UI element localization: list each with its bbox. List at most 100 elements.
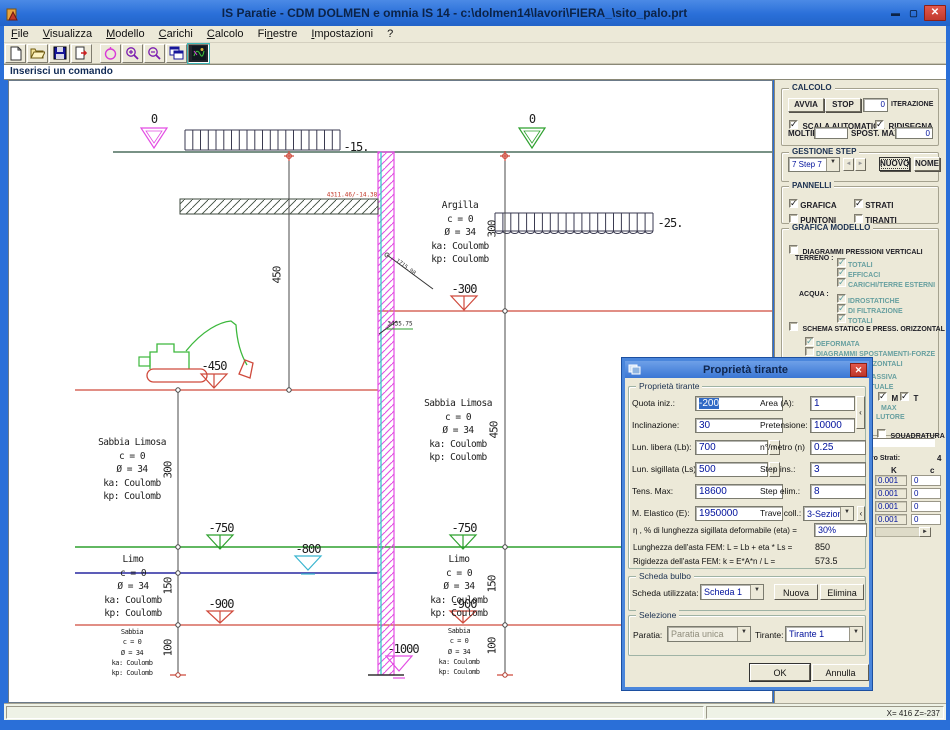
moltip-field[interactable]	[814, 127, 848, 139]
strato-4-c[interactable]: 0	[911, 514, 941, 525]
ok-button[interactable]: OK	[750, 664, 810, 681]
command-bar[interactable]: Inserisci un comando	[4, 64, 946, 80]
window-title: IS Paratie - CDM DOLMEN e omnia IS 14 - …	[21, 6, 888, 20]
export-file-icon[interactable]	[71, 44, 92, 63]
area-spinner[interactable]	[856, 396, 865, 429]
status-coordinates: X= 416 Z=-237	[706, 706, 944, 719]
lun-sigillata-label: Lun. sigillata (Ls):	[632, 464, 699, 474]
zoom-out-icon[interactable]	[144, 44, 165, 63]
scheda-dropdown[interactable]: Scheda 1	[700, 584, 764, 600]
render-view-icon[interactable]	[188, 44, 209, 63]
col-c-header: c	[930, 466, 934, 475]
step-elim-field[interactable]: 8	[810, 484, 866, 499]
numero-strati-value: 4	[937, 454, 941, 463]
group-scheda-bulbo-title: Scheda bulbo	[636, 571, 694, 581]
zoom-in-icon[interactable]	[122, 44, 143, 63]
pretensione-field[interactable]: 10000	[810, 418, 855, 433]
strati-scroll-right-button[interactable]: ►	[919, 527, 931, 537]
status-bar: X= 416 Z=-237	[4, 703, 946, 720]
lun-libera-field[interactable]: 700	[695, 440, 768, 455]
step-next-button[interactable]: ►	[855, 158, 866, 171]
chevron-down-icon	[737, 627, 750, 641]
step-prev-button[interactable]: ◄	[843, 158, 854, 171]
spost-max-field[interactable]: 0	[895, 127, 933, 139]
eta-field[interactable]: 30%	[814, 523, 867, 537]
group-proprieta-tirante: Proprietà tirante Quota iniz.: -200 Area…	[628, 386, 866, 569]
max-label: MAX	[881, 405, 897, 412]
trave-coll-spinner[interactable]	[857, 506, 865, 521]
elimina-button[interactable]: Elimina	[820, 584, 864, 600]
group-selezione-title: Selezione	[636, 610, 679, 620]
group-calcolo-title: CALCOLO	[789, 83, 835, 92]
menu-item-carichi[interactable]: Carichi	[152, 27, 200, 41]
lun-libera-label: Lun. libera (Lb):	[632, 442, 692, 452]
open-file-icon[interactable]	[27, 44, 48, 63]
strato-2-k[interactable]: 0.001	[875, 488, 907, 499]
close-button[interactable]: ✕	[924, 5, 946, 21]
chevron-down-icon[interactable]	[826, 158, 839, 171]
fem-length-value: 850	[815, 542, 830, 552]
iterazione-label: ITERAZIONE	[891, 101, 933, 108]
menu-item-finestre[interactable]: Finestre	[251, 27, 305, 41]
group-proprieta-title: Proprietà tirante	[636, 381, 702, 391]
minimize-button[interactable]: ▬	[888, 7, 903, 20]
strato-3-k[interactable]: 0.001	[875, 501, 907, 512]
step-dropdown[interactable]: 7 Step 7	[788, 157, 840, 172]
redraw-icon[interactable]	[100, 44, 121, 63]
stop-button[interactable]: STOP	[825, 98, 861, 112]
dialog-close-icon[interactable]: ✕	[850, 363, 867, 377]
strato-1-k[interactable]: 0.001	[875, 475, 907, 486]
n-metro-field[interactable]: 0.25	[810, 440, 866, 455]
menu-item-modello[interactable]: Modello	[99, 27, 152, 41]
dialog-icon	[628, 364, 641, 375]
lun-sigillata-field[interactable]: 500	[695, 462, 768, 477]
dialog-title: Proprietà tirante	[641, 364, 850, 376]
m-elastico-label: M. Elastico (E):	[632, 508, 690, 518]
menu-item-help[interactable]: ?	[380, 27, 400, 41]
avvia-button[interactable]: AVVIA	[788, 98, 824, 112]
fem-stiffness-label: Rigidezza dell'asta FEM: k = E*A*n / L =	[633, 557, 775, 566]
trave-coll-label: Trave coll.:	[760, 508, 801, 518]
fem-length-label: Lunghezza dell'asta FEM: L = Lb + eta * …	[633, 543, 792, 552]
group-pannelli-title: PANNELLI	[789, 181, 834, 190]
strato-2-c[interactable]: 0	[911, 488, 941, 499]
lutore-label: LUTORE	[876, 414, 905, 421]
area-field[interactable]: 1	[810, 396, 855, 411]
iterazioni-field[interactable]: 0	[863, 98, 888, 112]
nuovo-button[interactable]: NUOVO	[879, 157, 910, 171]
menu-item-visualizza[interactable]: Visualizza	[36, 27, 99, 41]
new-file-icon[interactable]	[5, 44, 26, 63]
fem-stiffness-value: 573.5	[815, 556, 838, 566]
area-label: Area (A):	[760, 398, 794, 408]
nuova-button[interactable]: Nuova	[774, 584, 818, 600]
flag-m-checkbox[interactable]: M	[878, 388, 898, 406]
menu-item-calcolo[interactable]: Calcolo	[200, 27, 251, 41]
chevron-down-icon[interactable]	[849, 627, 862, 641]
strato-1-c[interactable]: 0	[911, 475, 941, 486]
eta-label: η , % di lunghezza sigillata deformabile…	[633, 526, 797, 535]
paratia-dropdown: Paratia unica	[667, 626, 751, 642]
menu-item-impostazioni[interactable]: Impostazioni	[304, 27, 380, 41]
quota-iniz-label: Quota iniz.:	[632, 398, 675, 408]
dialog-title-bar[interactable]: Proprietà tirante ✕	[625, 361, 869, 378]
title-bar: IS Paratie - CDM DOLMEN e omnia IS 14 - …	[0, 0, 950, 26]
chevron-down-icon[interactable]	[750, 585, 763, 599]
strato-4-k[interactable]: 0.001	[875, 514, 907, 525]
maximize-button[interactable]: ▢	[906, 7, 921, 20]
cascade-windows-icon[interactable]	[166, 44, 187, 63]
tirante-dropdown[interactable]: Tirante 1	[785, 626, 863, 642]
col-k-header: K	[891, 466, 897, 475]
trave-coll-dropdown[interactable]: 3-Sezione	[803, 506, 854, 521]
app-logo-icon	[6, 6, 21, 21]
status-cell-left	[6, 706, 704, 719]
annulla-button[interactable]: Annulla	[812, 664, 869, 681]
strato-3-c[interactable]: 0	[911, 501, 941, 512]
step-ins-field[interactable]: 3	[810, 462, 866, 477]
save-file-icon[interactable]	[49, 44, 70, 63]
command-prompt: Inserisci un comando	[10, 66, 113, 77]
chevron-down-icon[interactable]	[840, 507, 853, 520]
flag-t-checkbox[interactable]: T	[900, 388, 918, 406]
menu-item-file[interactable]: File	[4, 27, 36, 41]
n-metro-label: n°/metro (n)	[760, 442, 805, 452]
nome-button[interactable]: NOME	[914, 157, 940, 171]
